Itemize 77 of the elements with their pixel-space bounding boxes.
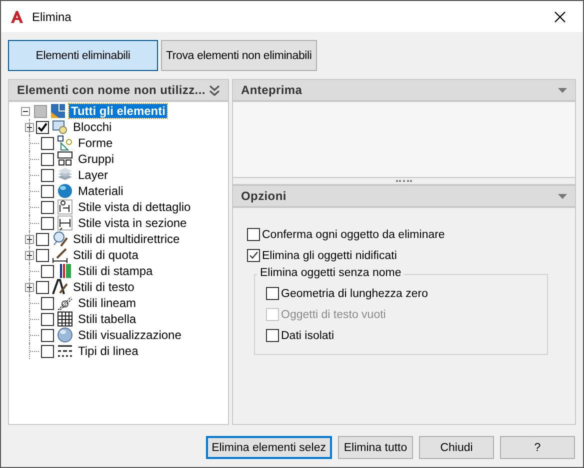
dimension-icon [52, 247, 68, 263]
checkbox-label[interactable]: Geometria di lunghezza zero [281, 288, 428, 300]
checkbox[interactable] [41, 136, 54, 150]
checkbox[interactable] [41, 328, 54, 342]
collapse-toggle[interactable] [21, 106, 30, 116]
tree-item[interactable]: Forme [76, 136, 115, 150]
multiline-icon [57, 295, 73, 311]
group-icon [57, 151, 73, 167]
checkbox[interactable] [41, 312, 54, 326]
dropdown-icon[interactable] [558, 88, 567, 92]
checkbox[interactable] [41, 200, 54, 214]
panel-title: Elementi con nome non utilizz... [17, 83, 206, 97]
checkbox[interactable] [41, 296, 54, 310]
expand-toggle[interactable] [25, 282, 34, 292]
checkbox[interactable] [247, 249, 260, 262]
globe-icon [57, 183, 73, 199]
tree-item[interactable]: Gruppi [76, 152, 116, 166]
dropdown-icon[interactable] [558, 194, 567, 198]
collapse-icon[interactable] [209, 84, 220, 96]
panel-title: Opzioni [241, 189, 286, 203]
dialog-button[interactable]: Chiudi [419, 436, 494, 459]
tree-item[interactable]: Stili lineam [76, 296, 138, 310]
close-icon[interactable] [554, 10, 566, 22]
tree-item[interactable]: Stili di multidirettrice [71, 232, 182, 246]
sphere-icon [57, 327, 73, 343]
dialog-button[interactable]: ? [500, 436, 575, 459]
multileader-icon [52, 231, 68, 247]
window-title: Elimina [32, 10, 72, 24]
checkbox[interactable] [36, 248, 49, 262]
expand-toggle[interactable] [25, 122, 34, 132]
tree-item[interactable]: Tipi di linea [76, 344, 140, 358]
dialog-button[interactable]: Elimina elementi selez [206, 436, 332, 459]
checkbox[interactable] [36, 120, 49, 134]
group-title: Elimina oggetti senza nome [257, 267, 404, 279]
table-icon [57, 311, 73, 327]
checkbox[interactable] [247, 228, 260, 241]
checkbox-label[interactable]: Conferma ogni oggetto da eliminare [262, 228, 445, 240]
tab[interactable]: Trova elementi non eliminabili [161, 40, 317, 71]
checkbox[interactable] [41, 152, 54, 166]
section-view-icon [57, 215, 73, 231]
tree-item[interactable]: Stili di testo [71, 280, 136, 294]
checkbox[interactable] [34, 104, 47, 118]
checkbox[interactable] [36, 280, 49, 294]
dialog-button[interactable]: Elimina tutto [338, 436, 413, 459]
checkbox[interactable] [41, 184, 54, 198]
checkbox[interactable] [36, 232, 49, 246]
tree-item[interactable]: Tutti gli elementi [69, 104, 168, 118]
checkbox[interactable] [41, 264, 54, 278]
expand-toggle[interactable] [25, 234, 34, 244]
tree-item[interactable]: Layer [76, 168, 110, 182]
block-icon [52, 119, 68, 135]
tree-item[interactable]: Stili tabella [76, 312, 138, 326]
layers-icon [57, 167, 73, 183]
text-style-icon [52, 279, 68, 295]
checkbox[interactable] [41, 216, 54, 230]
tree-item[interactable]: Stili visualizzazione [76, 328, 184, 342]
checkbox[interactable] [266, 287, 279, 300]
checkbox-label[interactable]: Dati isolati [281, 330, 334, 342]
logo-icon [10, 10, 24, 24]
checkbox[interactable] [41, 344, 54, 358]
tree-item[interactable]: Stili di stampa [76, 264, 155, 278]
checkbox[interactable] [266, 329, 279, 342]
drawing-icon [50, 103, 66, 119]
panel-title: Anteprima [241, 83, 302, 97]
tab[interactable]: Elementi eliminabili [8, 40, 158, 71]
plot-style-icon [57, 263, 73, 279]
tree-item[interactable]: Materiali [76, 184, 126, 198]
shape-icon [57, 135, 73, 151]
tree-item[interactable]: Stile vista di dettaglio [76, 200, 193, 214]
detail-view-icon [57, 199, 73, 215]
checkbox-label[interactable]: Elimina gli oggetti nidificati [262, 250, 397, 262]
expand-toggle[interactable] [25, 250, 34, 260]
linetype-icon [57, 343, 73, 359]
tree-item[interactable]: Blocchi [71, 120, 114, 134]
tree-item[interactable]: Stile vista in sezione [76, 216, 189, 230]
checkbox[interactable] [41, 168, 54, 182]
tree-item[interactable]: Stili di quota [71, 248, 140, 262]
